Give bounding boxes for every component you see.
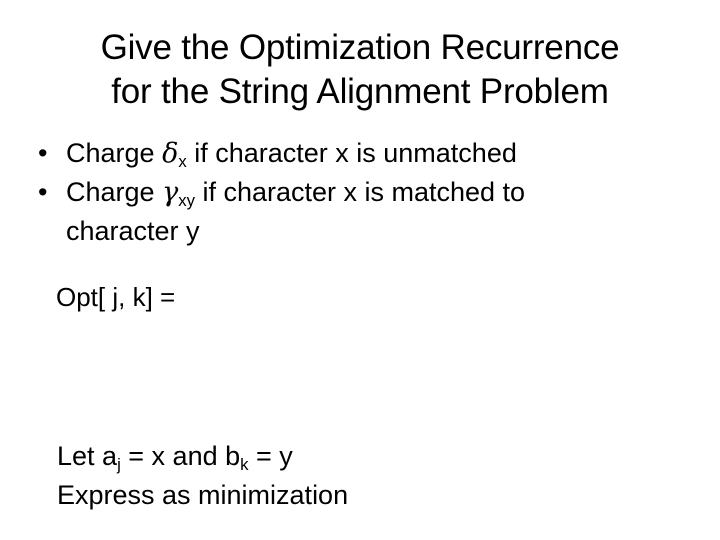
gamma-subscript: xy — [178, 191, 195, 211]
list-item: • Charge δx if character x is unmatched — [38, 134, 688, 173]
delta-symbol: δ — [162, 138, 179, 169]
title-line-1: Give the Optimization Recurrence — [100, 28, 620, 67]
slide-canvas: Give the Optimization Recurrence for the… — [0, 0, 720, 540]
footer-equals-y: = y — [248, 441, 293, 471]
bullet-1-prefix: Charge — [66, 138, 163, 168]
bullet-marker-icon: • — [38, 177, 48, 207]
bullet-text-2: Charge γxy if character x is matched to c… — [66, 173, 688, 251]
list-item: • Charge γxy if character x is matched t… — [38, 173, 688, 251]
footer-line-2: Express as minimization — [57, 480, 349, 510]
footer-notes: Let aj = x and bk = y Express as minimiz… — [57, 437, 348, 515]
footer-equals-x-and-b: = x and b — [120, 441, 241, 471]
bullet-2-suffix: if character x is matched to — [194, 177, 526, 207]
b-subscript: k — [240, 455, 249, 475]
bullet-text-1: Charge δx if character x is unmatched — [66, 134, 688, 173]
bullet-1-suffix: if character x is unmatched — [186, 138, 517, 168]
slide-title: Give the Optimization Recurrence for the… — [0, 26, 720, 114]
opt-expression: Opt[ j, k] = — [56, 282, 176, 312]
delta-subscript: x — [178, 152, 187, 172]
bullet-2-continuation: character y — [66, 216, 200, 246]
gamma-symbol: γ — [162, 177, 179, 208]
bullet-2-prefix: Charge — [66, 177, 163, 207]
footer-line-1: Let aj = x and bk = y — [57, 437, 348, 476]
bullet-list: • Charge δx if character x is unmatched … — [38, 134, 688, 251]
footer-let-a: Let a — [57, 441, 118, 471]
title-line-2: for the String Alignment Problem — [111, 72, 609, 111]
bullet-marker-icon: • — [38, 138, 48, 168]
